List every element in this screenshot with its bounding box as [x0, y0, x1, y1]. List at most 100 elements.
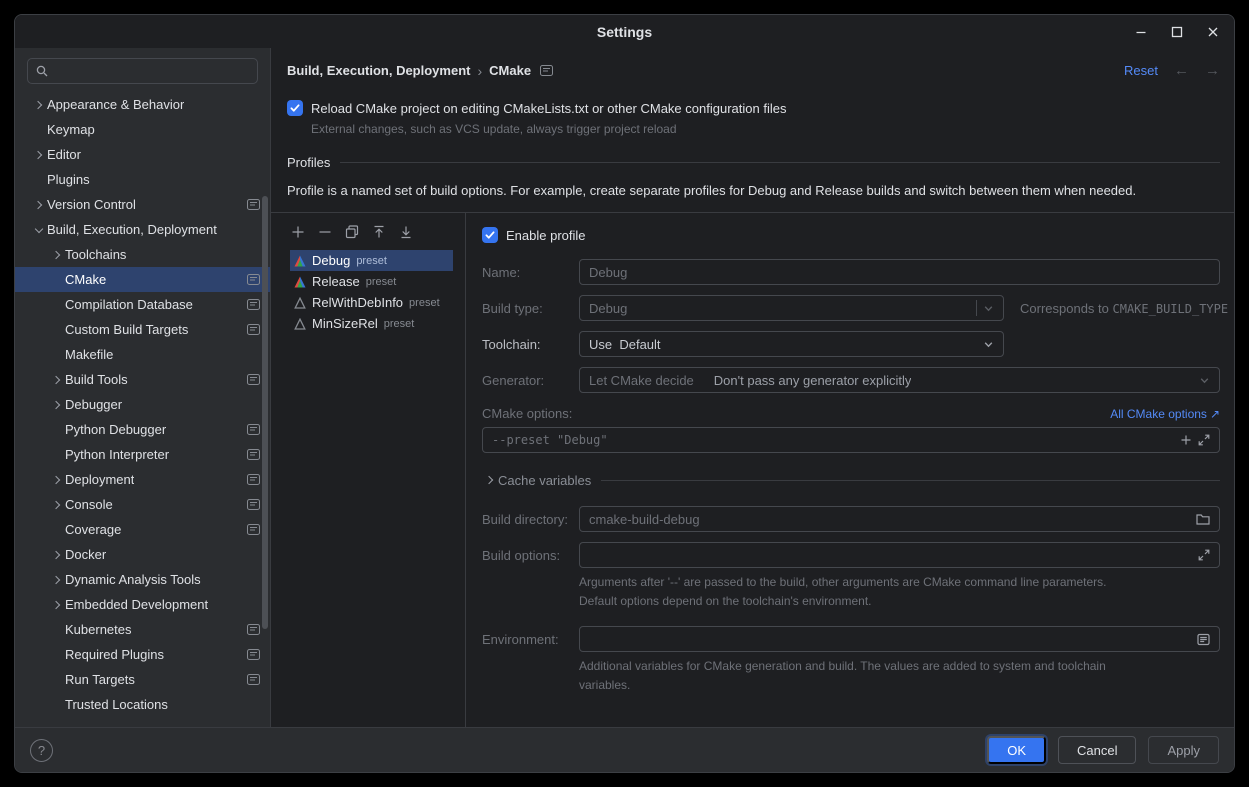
reset-link[interactable]: Reset — [1124, 63, 1158, 78]
generator-select[interactable]: Let CMake decide Don't pass any generato… — [579, 367, 1220, 393]
chevron-right-icon[interactable] — [49, 497, 65, 513]
chevron-right-icon[interactable] — [31, 197, 47, 213]
sidebar-item-custom-build-targets[interactable]: Custom Build Targets — [15, 317, 270, 342]
search-box[interactable] — [27, 58, 258, 84]
chevron-right-icon[interactable] — [49, 472, 65, 488]
sidebar-item-kubernetes[interactable]: Kubernetes — [15, 617, 270, 642]
remove-profile-button[interactable] — [317, 224, 333, 240]
toolchain-label: Toolchain: — [482, 337, 579, 352]
settings-search-input[interactable] — [54, 64, 250, 79]
profile-item-minsizerel[interactable]: MinSizeRelpreset — [290, 313, 453, 334]
chevron-right-icon[interactable] — [49, 547, 65, 563]
cancel-button[interactable]: Cancel — [1058, 736, 1136, 764]
chevron-down-icon[interactable] — [1199, 375, 1210, 386]
project-level-icon — [247, 374, 260, 385]
name-input[interactable]: Debug — [579, 259, 1220, 285]
build-options-input[interactable] — [579, 542, 1220, 568]
sidebar-item-toolchains[interactable]: Toolchains — [15, 242, 270, 267]
chevron-right-icon[interactable] — [49, 372, 65, 388]
sidebar-item-python-debugger[interactable]: Python Debugger — [15, 417, 270, 442]
chevron-down-icon[interactable] — [983, 303, 994, 314]
folder-icon[interactable] — [1196, 513, 1210, 525]
profile-item-release[interactable]: Releasepreset — [290, 271, 453, 292]
build-type-select[interactable]: Debug — [579, 295, 1004, 321]
toolchain-select[interactable]: Use Default — [579, 331, 1004, 357]
enable-profile-row[interactable]: Enable profile — [482, 227, 1220, 243]
chevron-right-icon[interactable] — [49, 247, 65, 263]
sidebar-item-python-interpreter[interactable]: Python Interpreter — [15, 442, 270, 467]
name-value: Debug — [589, 265, 627, 280]
sidebar-item-build-tools[interactable]: Build Tools — [15, 367, 270, 392]
move-up-button[interactable] — [371, 224, 387, 240]
window-controls — [1134, 15, 1220, 48]
forward-button[interactable]: → — [1205, 62, 1220, 79]
chevron-spacer — [49, 297, 65, 313]
chevron-spacer — [49, 522, 65, 538]
sidebar-item-docker[interactable]: Docker — [15, 542, 270, 567]
chevron-right-icon[interactable] — [49, 597, 65, 613]
apply-button[interactable]: Apply — [1148, 736, 1219, 764]
sidebar-item-makefile[interactable]: Makefile — [15, 342, 270, 367]
sidebar-item-debugger[interactable]: Debugger — [15, 392, 270, 417]
chevron-down-icon[interactable] — [31, 222, 47, 238]
environment-variables-icon[interactable] — [1197, 633, 1210, 646]
ok-button[interactable]: OK — [987, 736, 1046, 764]
maximize-button[interactable] — [1170, 25, 1184, 39]
add-profile-button[interactable] — [290, 224, 306, 240]
chevron-right-icon[interactable] — [49, 572, 65, 588]
toolchain-row: Toolchain: Use Default — [482, 331, 1220, 357]
sidebar-item-required-plugins[interactable]: Required Plugins — [15, 642, 270, 667]
sidebar-item-cmake[interactable]: CMake — [15, 267, 270, 292]
sidebar-item-label: Python Debugger — [65, 422, 166, 437]
reload-cmake-checkbox[interactable] — [287, 100, 303, 116]
move-down-button[interactable] — [398, 224, 414, 240]
profile-item-debug[interactable]: Debugpreset — [290, 250, 453, 271]
sidebar-item-plugins[interactable]: Plugins — [15, 167, 270, 192]
sidebar-item-label: Debugger — [65, 397, 122, 412]
sidebar-item-editor[interactable]: Editor — [15, 142, 270, 167]
minimize-button[interactable] — [1134, 25, 1148, 39]
build-directory-label: Build directory: — [482, 512, 579, 527]
sidebar-item-coverage[interactable]: Coverage — [15, 517, 270, 542]
titlebar: Settings — [15, 15, 1234, 48]
chevron-spacer — [49, 647, 65, 663]
sidebar-item-trusted-locations[interactable]: Trusted Locations — [15, 692, 270, 717]
breadcrumb-root[interactable]: Build, Execution, Deployment — [287, 63, 470, 78]
sidebar-item-appearance-behavior[interactable]: Appearance & Behavior — [15, 92, 270, 117]
project-level-icon — [540, 65, 553, 76]
help-button[interactable]: ? — [30, 739, 53, 762]
expand-field-icon[interactable] — [1198, 549, 1210, 561]
profiles-description: Profile is a named set of build options.… — [287, 183, 1220, 212]
sidebar-item-console[interactable]: Console — [15, 492, 270, 517]
enable-profile-checkbox[interactable] — [482, 227, 498, 243]
all-cmake-options-link[interactable]: All CMake options↗ — [1110, 407, 1220, 421]
chevron-right-icon[interactable] — [31, 147, 47, 163]
chevron-right-icon[interactable] — [482, 472, 498, 488]
reload-cmake-checkbox-row[interactable]: Reload CMake project on editing CMakeLis… — [287, 100, 1220, 116]
sidebar-item-compilation-database[interactable]: Compilation Database — [15, 292, 270, 317]
project-level-icon — [247, 624, 260, 635]
copy-profile-button[interactable] — [344, 224, 360, 240]
cache-variables-label: Cache variables — [498, 473, 591, 488]
back-button[interactable]: ← — [1174, 62, 1189, 79]
cmake-options-input[interactable]: --preset "Debug" — [482, 427, 1220, 453]
chevron-right-icon[interactable] — [31, 97, 47, 113]
chevron-right-icon[interactable] — [49, 397, 65, 413]
build-directory-input[interactable]: cmake-build-debug — [579, 506, 1220, 532]
sidebar-item-dynamic-analysis-tools[interactable]: Dynamic Analysis Tools — [15, 567, 270, 592]
sidebar-item-run-targets[interactable]: Run Targets — [15, 667, 270, 692]
expand-field-icon[interactable] — [1198, 434, 1210, 446]
sidebar-scrollbar[interactable] — [262, 196, 268, 629]
sidebar-item-version-control[interactable]: Version Control — [15, 192, 270, 217]
chevron-down-icon[interactable] — [983, 339, 994, 350]
sidebar-item-build-execution-deployment[interactable]: Build, Execution, Deployment — [15, 217, 270, 242]
cache-variables-toggle[interactable]: Cache variables — [482, 472, 1220, 488]
close-button[interactable] — [1206, 25, 1220, 39]
sidebar-item-keymap[interactable]: Keymap — [15, 117, 270, 142]
environment-label: Environment: — [482, 632, 579, 647]
environment-input[interactable] — [579, 626, 1220, 652]
sidebar-item-embedded-development[interactable]: Embedded Development — [15, 592, 270, 617]
add-option-icon[interactable] — [1180, 434, 1192, 446]
profile-item-relwithdebinfo[interactable]: RelWithDebInfopreset — [290, 292, 453, 313]
sidebar-item-deployment[interactable]: Deployment — [15, 467, 270, 492]
